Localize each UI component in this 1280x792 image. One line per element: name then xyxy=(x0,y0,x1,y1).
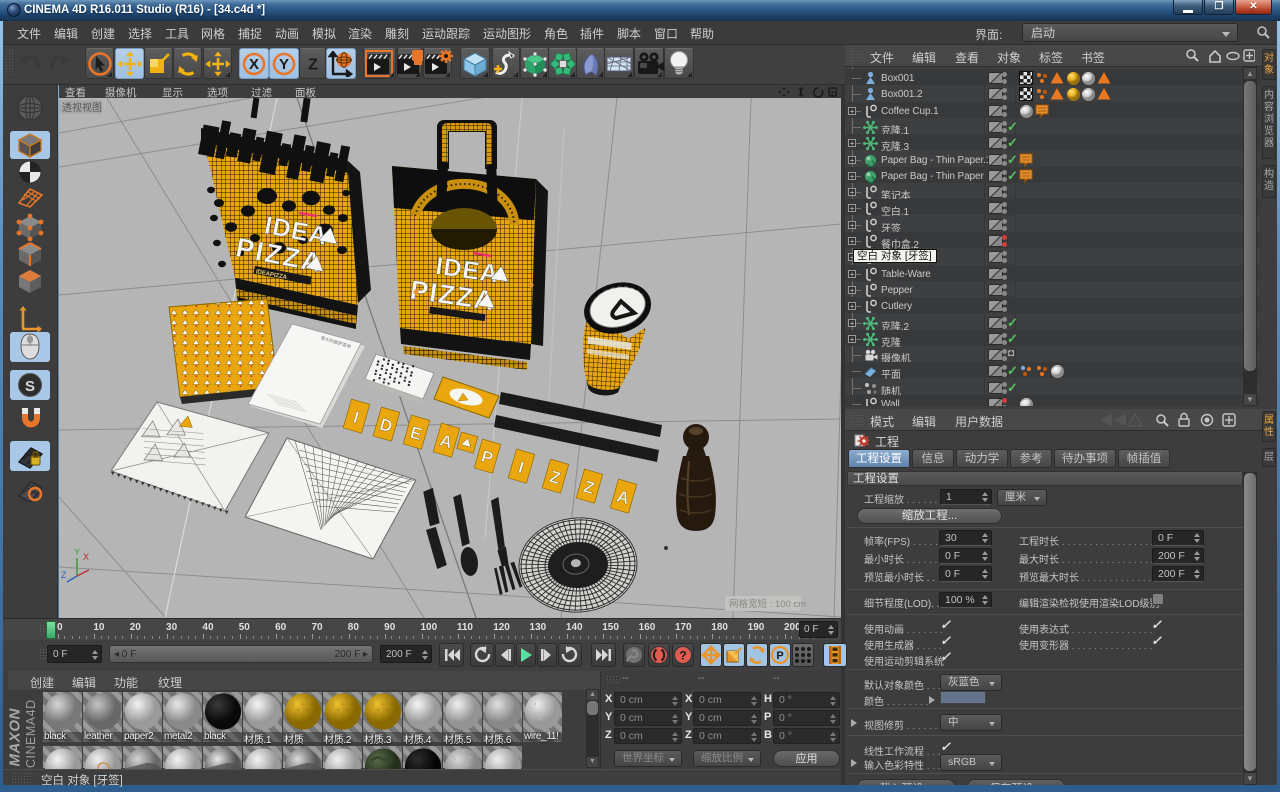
svg-text:Y: Y xyxy=(279,56,289,73)
svg-text:透视视图: 透视视图 xyxy=(62,101,102,114)
svg-text:S: S xyxy=(25,378,35,395)
svg-text:X: X xyxy=(83,552,89,562)
svg-text:Y: Y xyxy=(74,547,80,557)
svg-text:X: X xyxy=(249,56,259,73)
svg-text:P: P xyxy=(776,650,783,662)
svg-text:Z: Z xyxy=(61,570,67,580)
svg-text:网格宽短 : 100 cm: 网格宽短 : 100 cm xyxy=(729,598,806,610)
svg-text:Z: Z xyxy=(308,56,318,73)
svg-text:?: ? xyxy=(679,649,686,663)
